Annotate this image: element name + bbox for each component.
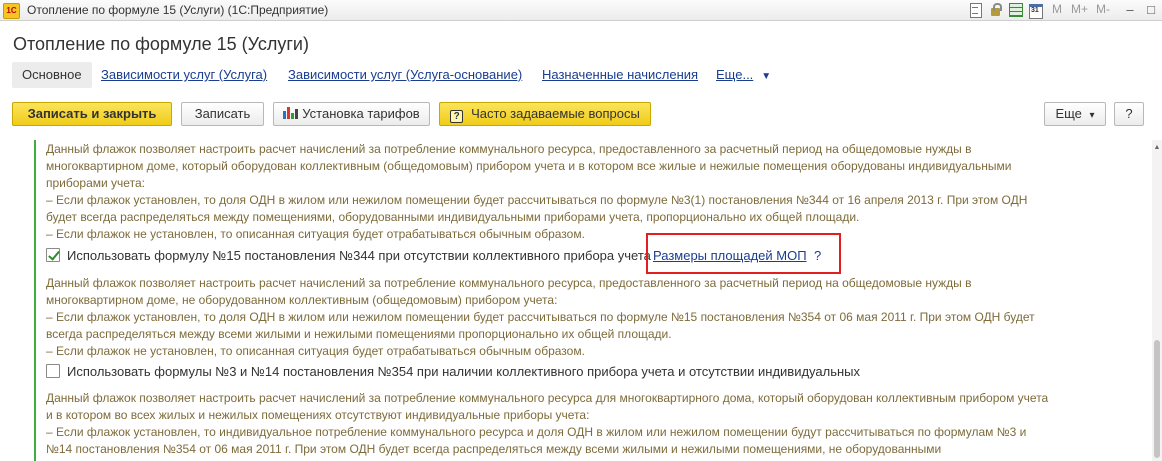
- tab-main[interactable]: Основное: [12, 62, 92, 88]
- formula-15-description: Данный флажок позволяет настроить расчет…: [46, 276, 1035, 358]
- maximize-button[interactable]: □: [1141, 0, 1161, 20]
- minimize-button[interactable]: –: [1120, 0, 1140, 20]
- tab-assigned-charges[interactable]: Назначенные начисления: [542, 62, 698, 88]
- nav-more-menu[interactable]: Еще... ▼: [716, 62, 771, 88]
- nav-more-label: Еще...: [716, 67, 754, 82]
- formula-3-14-label[interactable]: Использовать формулы №3 и №14 постановле…: [67, 363, 860, 380]
- window-title: Отопление по формуле 15 (Услуги) (1С:Пре…: [27, 3, 329, 17]
- set-tariffs-button[interactable]: Установка тарифов: [273, 102, 430, 126]
- help-button[interactable]: ?: [1114, 102, 1144, 126]
- formula-3-1-description: Данный флажок позволяет настроить расчет…: [46, 142, 1028, 241]
- group-indicator-bar: [34, 140, 36, 461]
- checkmark-icon: [48, 248, 60, 261]
- formula-15-label[interactable]: Использовать формулу №15 постановления №…: [67, 247, 651, 264]
- document-icon[interactable]: [968, 2, 983, 18]
- save-and-close-button[interactable]: Записать и закрыть: [12, 102, 172, 126]
- vertical-scrollbar[interactable]: ▲: [1152, 140, 1162, 461]
- lock-icon[interactable]: [988, 2, 1003, 17]
- mop-help-icon[interactable]: ?: [814, 247, 821, 264]
- mop-areas-link[interactable]: Размеры площадей МОП: [653, 247, 807, 264]
- more-actions-label: Еще: [1055, 106, 1082, 121]
- calendar-icon[interactable]: [1028, 2, 1043, 19]
- faq-label: Часто задаваемые вопросы: [471, 106, 640, 121]
- chevron-down-icon: ▼: [761, 71, 772, 82]
- bar-chart-icon: [283, 107, 299, 119]
- question-icon: ?: [450, 110, 464, 123]
- memory-m-button[interactable]: M: [1052, 2, 1062, 16]
- spreadsheet-icon[interactable]: [1008, 2, 1023, 17]
- window-titlebar: 1С Отопление по формуле 15 (Услуги) (1С:…: [0, 0, 1162, 21]
- save-button[interactable]: Записать: [181, 102, 264, 126]
- settings-panel: Данный флажок позволяет настроить расчет…: [0, 140, 1162, 461]
- formula-3-14-checkbox[interactable]: [46, 364, 60, 378]
- tab-service-dependencies[interactable]: Зависимости услуг (Услуга): [101, 62, 267, 88]
- faq-button[interactable]: ? Часто задаваемые вопросы: [439, 102, 651, 126]
- page-title: Отопление по формуле 15 (Услуги): [13, 34, 309, 54]
- scroll-up-icon[interactable]: ▲: [1152, 143, 1162, 153]
- app-logo: 1С: [3, 3, 20, 19]
- tab-base-service-dependencies[interactable]: Зависимости услуг (Услуга-основание): [288, 62, 522, 88]
- chevron-down-icon: ▾: [1089, 110, 1095, 121]
- formula-15-checkbox[interactable]: [46, 248, 60, 262]
- set-tariffs-label: Установка тарифов: [302, 106, 420, 121]
- memory-plus-button[interactable]: M+: [1071, 2, 1088, 16]
- memory-minus-button[interactable]: M-: [1096, 2, 1110, 16]
- more-actions-button[interactable]: Еще ▾: [1044, 102, 1106, 126]
- scroll-thumb[interactable]: [1154, 340, 1160, 458]
- formula-3-14-description: Данный флажок позволяет настроить расчет…: [46, 391, 1049, 456]
